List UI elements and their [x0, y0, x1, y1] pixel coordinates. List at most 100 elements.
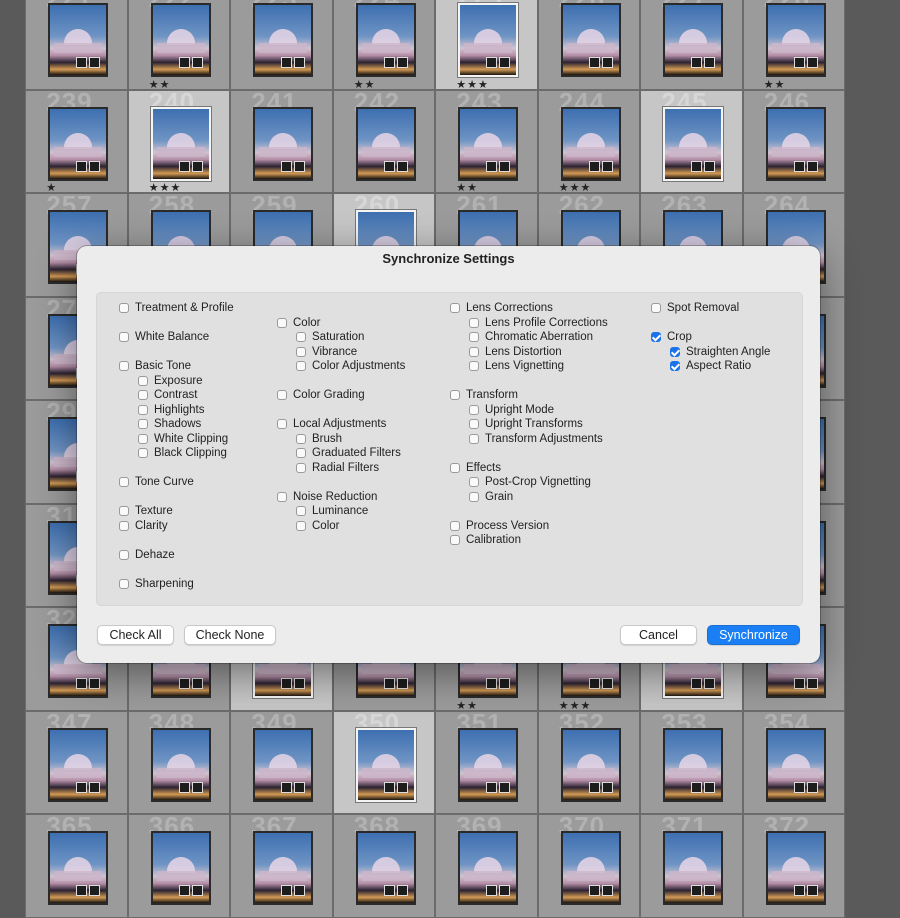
setting-checkbox[interactable]: Spot Removal	[651, 302, 739, 314]
checkbox-unchecked-icon[interactable]	[469, 477, 479, 487]
setting-checkbox[interactable]: Lens Corrections	[450, 302, 553, 314]
checkbox-unchecked-icon[interactable]	[119, 506, 129, 516]
checkbox-unchecked-icon[interactable]	[138, 419, 148, 429]
checkbox-unchecked-icon[interactable]	[296, 332, 306, 342]
setting-checkbox[interactable]: Lens Distortion	[469, 346, 562, 358]
checkbox-unchecked-icon[interactable]	[296, 506, 306, 516]
setting-checkbox[interactable]: Process Version	[450, 520, 549, 532]
checkbox-unchecked-icon[interactable]	[450, 520, 460, 531]
setting-checkbox[interactable]: Color Grading	[277, 389, 365, 401]
setting-checkbox[interactable]: Effects	[450, 462, 501, 474]
setting-checkbox[interactable]: Lens Profile Corrections	[469, 317, 608, 329]
checkbox-unchecked-icon[interactable]	[450, 303, 460, 313]
synchronize-button[interactable]: Synchronize	[707, 625, 800, 645]
setting-checkbox[interactable]: Grain	[469, 491, 513, 503]
checkbox-unchecked-icon[interactable]	[296, 433, 306, 444]
setting-checkbox[interactable]: Calibration	[450, 534, 521, 546]
checkbox-unchecked-icon[interactable]	[119, 578, 129, 589]
setting-checkbox[interactable]: Highlights	[138, 404, 205, 416]
setting-checkbox[interactable]: Sharpening	[119, 578, 194, 590]
setting-checkbox[interactable]: Clarity	[119, 520, 168, 532]
setting-label: Aspect Ratio	[686, 360, 752, 372]
checkbox-unchecked-icon[interactable]	[469, 433, 479, 444]
checkbox-unchecked-icon[interactable]	[296, 361, 306, 371]
setting-checkbox[interactable]: Post-Crop Vignetting	[469, 476, 591, 488]
checkbox-unchecked-icon[interactable]	[277, 390, 287, 400]
checkbox-unchecked-icon[interactable]	[138, 390, 148, 400]
checkbox-unchecked-icon[interactable]	[469, 317, 479, 328]
setting-checkbox[interactable]: Crop	[651, 331, 692, 343]
checkbox-unchecked-icon[interactable]	[469, 404, 479, 415]
setting-checkbox[interactable]: Brush	[296, 433, 342, 445]
checkbox-unchecked-icon[interactable]	[651, 303, 661, 313]
checkbox-unchecked-icon[interactable]	[119, 361, 129, 371]
checkbox-unchecked-icon[interactable]	[138, 448, 148, 458]
setting-checkbox[interactable]: Radial Filters	[296, 462, 379, 474]
setting-checkbox[interactable]: Color	[277, 317, 320, 329]
checkbox-unchecked-icon[interactable]	[119, 332, 129, 342]
setting-checkbox[interactable]: Upright Mode	[469, 404, 554, 416]
setting-checkbox[interactable]: Aspect Ratio	[670, 360, 751, 372]
setting-checkbox[interactable]: Contrast	[138, 389, 197, 401]
setting-checkbox[interactable]: Chromatic Aberration	[469, 331, 593, 343]
checkbox-unchecked-icon[interactable]	[138, 433, 148, 444]
checkbox-unchecked-icon[interactable]	[296, 346, 306, 357]
setting-checkbox[interactable]: Black Clipping	[138, 447, 227, 459]
checkbox-unchecked-icon[interactable]	[296, 462, 306, 473]
setting-checkbox[interactable]: Basic Tone	[119, 360, 191, 372]
checkbox-unchecked-icon[interactable]	[469, 346, 479, 357]
checkbox-unchecked-icon[interactable]	[277, 317, 287, 328]
cancel-button[interactable]: Cancel	[620, 625, 697, 645]
checkbox-checked-icon[interactable]	[670, 346, 680, 357]
checkbox-unchecked-icon[interactable]	[277, 491, 287, 502]
checkbox-checked-icon[interactable]	[670, 361, 680, 371]
checkbox-unchecked-icon[interactable]	[450, 462, 460, 473]
checkbox-unchecked-icon[interactable]	[119, 477, 129, 487]
checkbox-unchecked-icon[interactable]	[469, 419, 479, 429]
setting-checkbox[interactable]: Saturation	[296, 331, 364, 343]
setting-checkbox[interactable]: Dehaze	[119, 549, 175, 561]
setting-label: Color	[293, 316, 321, 329]
checkbox-unchecked-icon[interactable]	[138, 404, 148, 415]
check-all-button[interactable]: Check All	[97, 625, 174, 645]
checkbox-unchecked-icon[interactable]	[469, 491, 479, 502]
setting-checkbox[interactable]: Upright Transforms	[469, 418, 583, 430]
checkbox-unchecked-icon[interactable]	[469, 332, 479, 342]
setting-checkbox[interactable]: Transform	[450, 389, 518, 401]
setting-label: Luminance	[312, 505, 369, 517]
setting-checkbox[interactable]: Shadows	[138, 418, 201, 430]
setting-label: Shadows	[154, 418, 202, 430]
setting-checkbox[interactable]: White Clipping	[138, 433, 228, 445]
checkbox-unchecked-icon[interactable]	[450, 390, 460, 400]
setting-checkbox[interactable]: Straighten Angle	[670, 346, 770, 358]
checkbox-checked-icon[interactable]	[651, 332, 661, 342]
setting-checkbox[interactable]: Luminance	[296, 505, 368, 517]
checkbox-unchecked-icon[interactable]	[119, 303, 129, 313]
checkbox-unchecked-icon[interactable]	[119, 549, 129, 560]
checkbox-unchecked-icon[interactable]	[138, 375, 148, 386]
setting-checkbox[interactable]: Vibrance	[296, 346, 357, 358]
checkbox-unchecked-icon[interactable]	[450, 535, 460, 545]
checkbox-unchecked-icon[interactable]	[296, 448, 306, 458]
check-none-button[interactable]: Check None	[184, 625, 276, 645]
checkbox-unchecked-icon[interactable]	[119, 520, 129, 531]
checkbox-unchecked-icon[interactable]	[277, 419, 287, 429]
setting-label: Crop	[667, 331, 692, 343]
setting-checkbox[interactable]: Tone Curve	[119, 476, 194, 488]
setting-checkbox[interactable]: Texture	[119, 505, 173, 517]
setting-checkbox[interactable]: Lens Vignetting	[469, 360, 564, 372]
checkbox-unchecked-icon[interactable]	[469, 361, 479, 371]
setting-checkbox[interactable]: Exposure	[138, 375, 203, 387]
setting-checkbox[interactable]: Color	[296, 520, 339, 532]
setting-checkbox[interactable]: Transform Adjustments	[469, 433, 603, 445]
checkbox-unchecked-icon[interactable]	[296, 520, 306, 531]
setting-label: Local Adjustments	[293, 418, 387, 430]
setting-label: Color Adjustments	[312, 360, 406, 372]
setting-checkbox[interactable]: White Balance	[119, 331, 209, 343]
setting-checkbox[interactable]: Treatment & Profile	[119, 302, 234, 314]
synchronize-settings-dialog: Synchronize Settings Treatment & Profile…	[77, 246, 820, 663]
setting-checkbox[interactable]: Noise Reduction	[277, 491, 377, 503]
setting-checkbox[interactable]: Color Adjustments	[296, 360, 405, 372]
setting-checkbox[interactable]: Local Adjustments	[277, 418, 386, 430]
setting-checkbox[interactable]: Graduated Filters	[296, 447, 401, 459]
